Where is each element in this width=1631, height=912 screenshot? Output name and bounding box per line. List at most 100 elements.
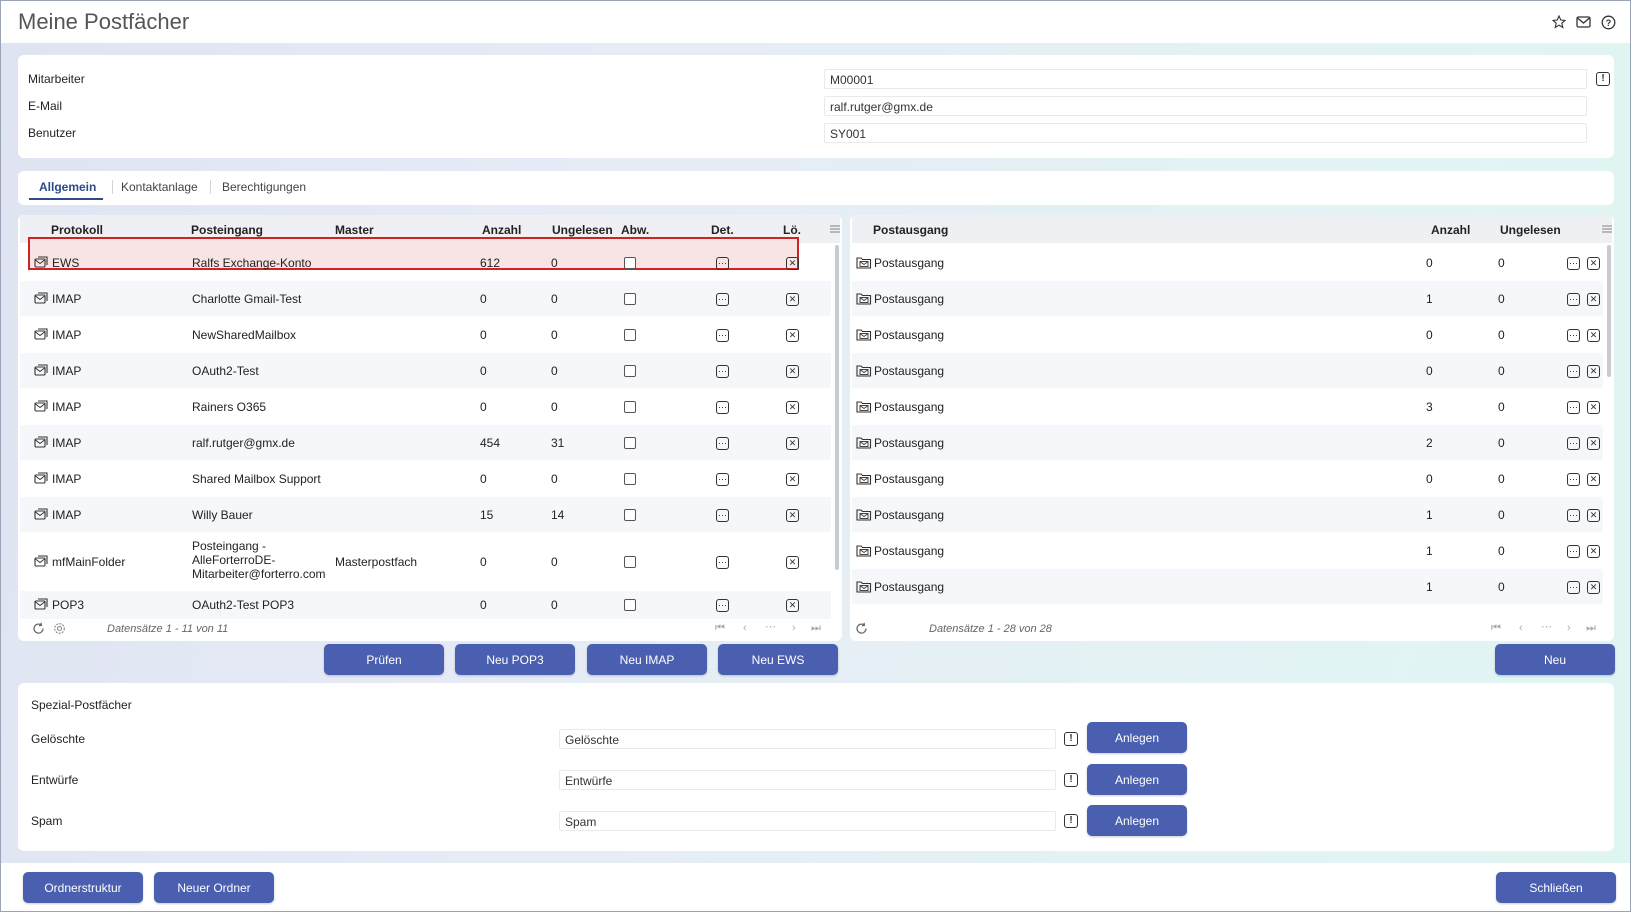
col-det[interactable]: Det. (711, 223, 734, 237)
outbox-scrollbar[interactable] (1607, 245, 1611, 377)
table-row[interactable] (20, 461, 831, 496)
details-icon[interactable]: ⋯ (716, 556, 729, 569)
details-icon[interactable]: ⋯ (716, 328, 729, 342)
geloeschte-info-icon[interactable]: ! (1064, 732, 1078, 746)
details-icon[interactable]: ⋯ (716, 599, 729, 612)
pruefen-button[interactable]: Prüfen (324, 644, 444, 675)
table-row[interactable] (20, 497, 831, 532)
table-row[interactable] (852, 533, 1603, 568)
outbox-column-menu-icon[interactable] (1601, 223, 1613, 237)
outbox-first-page-icon[interactable]: ⏮ (1491, 622, 1501, 635)
details-icon[interactable]: ⋯ (716, 292, 729, 306)
table-row[interactable] (852, 245, 1603, 280)
table-row[interactable] (852, 497, 1603, 532)
outbox-delete-icon[interactable]: ✕ (1587, 436, 1600, 450)
outbox-details-icon[interactable]: ⋯ (1567, 256, 1580, 270)
outbox-delete-icon[interactable]: ✕ (1587, 580, 1600, 594)
help-icon[interactable]: ? (1600, 14, 1616, 30)
details-icon[interactable]: ⋯ (716, 472, 729, 486)
delete-icon[interactable]: ✕ (786, 436, 799, 450)
entwuerfe-anlegen-button[interactable]: Anlegen (1087, 764, 1187, 795)
col-posteingang[interactable]: Posteingang (191, 223, 263, 237)
abw-checkbox[interactable] (624, 472, 636, 485)
outbox-delete-icon[interactable]: ✕ (1587, 364, 1600, 378)
details-icon[interactable]: ⋯ (716, 256, 729, 270)
table-row[interactable] (20, 353, 831, 388)
outbox-details-icon[interactable]: ⋯ (1567, 400, 1580, 414)
details-icon[interactable]: ⋯ (716, 508, 729, 522)
abw-checkbox[interactable] (624, 599, 636, 611)
table-row[interactable] (852, 317, 1603, 352)
tab-berechtigungen[interactable]: Berechtigungen (222, 180, 306, 194)
outbox-delete-icon[interactable]: ✕ (1587, 472, 1600, 486)
outbox-details-icon[interactable]: ⋯ (1567, 580, 1580, 594)
outbox-details-icon[interactable]: ⋯ (1567, 436, 1580, 450)
email-field[interactable]: ralf.rutger@gmx.de (824, 96, 1587, 116)
details-icon[interactable]: ⋯ (716, 436, 729, 450)
column-menu-icon[interactable] (829, 223, 841, 237)
table-row[interactable] (20, 591, 831, 619)
schliessen-button[interactable]: Schließen (1496, 872, 1616, 903)
delete-icon[interactable]: ✕ (786, 508, 799, 522)
outbox-delete-icon[interactable]: ✕ (1587, 544, 1600, 558)
mitarbeiter-info-icon[interactable]: ! (1596, 72, 1610, 86)
first-page-icon[interactable]: ⏮ (715, 622, 725, 635)
abw-checkbox[interactable] (624, 436, 636, 449)
table-row[interactable] (20, 533, 831, 591)
entwuerfe-info-icon[interactable]: ! (1064, 773, 1078, 787)
mitarbeiter-field[interactable]: M00001 (824, 69, 1587, 89)
table-row[interactable] (852, 425, 1603, 460)
refresh-icon[interactable] (32, 622, 45, 638)
details-icon[interactable]: ⋯ (716, 400, 729, 414)
outbox-refresh-icon[interactable] (855, 622, 868, 638)
more-pages-icon[interactable]: ⋯ (765, 620, 776, 633)
outbox-details-icon[interactable]: ⋯ (1567, 508, 1580, 522)
col-anzahl[interactable]: Anzahl (482, 223, 521, 237)
table-row[interactable] (852, 281, 1603, 316)
delete-icon[interactable]: ✕ (786, 292, 799, 306)
outbox-more-pages-icon[interactable]: ⋯ (1541, 620, 1552, 633)
outbox-details-icon[interactable]: ⋯ (1567, 328, 1580, 342)
neuer-ordner-button[interactable]: Neuer Ordner (154, 872, 274, 903)
table-row[interactable] (20, 389, 831, 424)
table-row[interactable] (20, 425, 831, 460)
abw-checkbox[interactable] (624, 292, 636, 305)
col-outbox-anzahl[interactable]: Anzahl (1431, 223, 1470, 237)
abw-checkbox[interactable] (624, 508, 636, 521)
tab-kontaktanlage[interactable]: Kontaktanlage (121, 180, 198, 194)
table-row[interactable] (20, 281, 831, 316)
star-icon[interactable] (1551, 14, 1567, 30)
abw-checkbox[interactable] (624, 364, 636, 377)
table-row[interactable] (852, 389, 1603, 424)
neu-pop3-button[interactable]: Neu POP3 (455, 644, 575, 675)
col-lo[interactable]: Lö. (783, 223, 801, 237)
benutzer-field[interactable]: SY001 (824, 123, 1587, 143)
neu-imap-button[interactable]: Neu IMAP (587, 644, 707, 675)
outbox-delete-icon[interactable]: ✕ (1587, 256, 1600, 270)
col-master[interactable]: Master (335, 223, 374, 237)
geloeschte-field[interactable]: Gelöschte (559, 729, 1056, 749)
abw-checkbox[interactable] (624, 556, 636, 568)
spam-field[interactable]: Spam (559, 811, 1056, 831)
details-icon[interactable]: ⋯ (716, 364, 729, 378)
last-page-icon[interactable]: ⏭ (811, 622, 821, 635)
abw-checkbox[interactable] (624, 400, 636, 413)
table-row[interactable] (852, 353, 1603, 388)
inbox-scrollbar[interactable] (835, 245, 839, 570)
ordnerstruktur-button[interactable]: Ordnerstruktur (23, 872, 143, 903)
table-row[interactable] (852, 569, 1603, 604)
outbox-details-icon[interactable]: ⋯ (1567, 292, 1580, 306)
settings-icon[interactable] (53, 622, 66, 638)
spam-info-icon[interactable]: ! (1064, 814, 1078, 828)
table-row[interactable] (852, 461, 1603, 496)
tab-allgemein[interactable]: Allgemein (39, 180, 96, 194)
outbox-details-icon[interactable]: ⋯ (1567, 364, 1580, 378)
col-protokoll[interactable]: Protokoll (51, 223, 103, 237)
table-row[interactable] (20, 317, 831, 352)
delete-icon[interactable]: ✕ (786, 256, 799, 270)
outbox-last-page-icon[interactable]: ⏭ (1586, 622, 1596, 635)
outbox-details-icon[interactable]: ⋯ (1567, 544, 1580, 558)
spam-anlegen-button[interactable]: Anlegen (1087, 805, 1187, 836)
delete-icon[interactable]: ✕ (786, 556, 799, 569)
col-abw[interactable]: Abw. (621, 223, 649, 237)
